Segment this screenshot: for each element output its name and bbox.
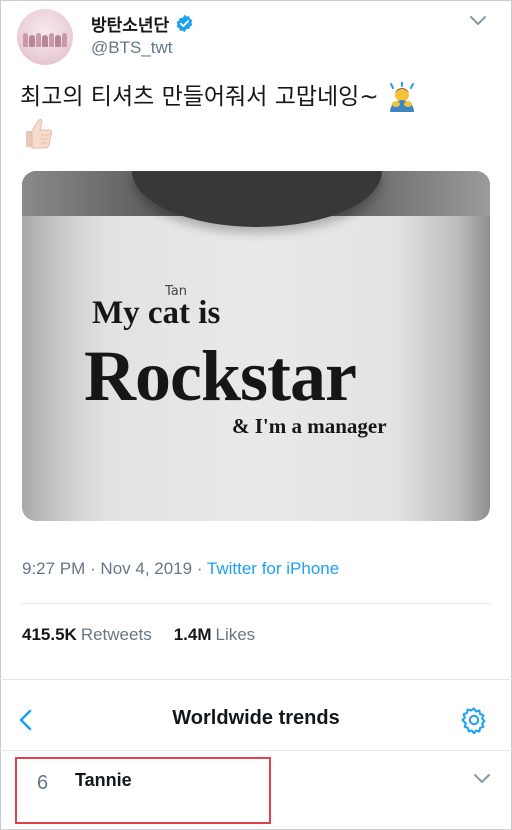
divider xyxy=(22,603,490,604)
chevron-down-icon[interactable] xyxy=(468,14,488,28)
shirt-line-1: My cat is xyxy=(92,295,221,331)
tweet-stats: 415.5K Retweets 1.4M Likes xyxy=(22,625,255,645)
tweet-body: 최고의 티셔츠 만들어줘서 고맙네잉~ xyxy=(20,84,379,110)
man-bowing-emoji xyxy=(389,81,414,112)
shirt-handwritten-note: Tan xyxy=(165,284,187,299)
tweet-text: 최고의 티셔츠 만들어줘서 고맙네잉~ xyxy=(20,80,490,151)
likes-stat[interactable]: 1.4M Likes xyxy=(174,625,255,645)
retweets-label: Retweets xyxy=(80,625,152,644)
trends-title: Worldwide trends xyxy=(172,707,340,729)
chevron-down-icon[interactable] xyxy=(472,772,492,786)
timestamp: 9:27 PM · Nov 4, 2019 · xyxy=(22,559,207,578)
section-divider xyxy=(0,679,512,680)
gear-icon[interactable] xyxy=(460,706,488,734)
tweet-meta: 9:27 PM · Nov 4, 2019 · Twitter for iPho… xyxy=(22,559,339,579)
shirt-line-3: & I'm a manager xyxy=(232,414,387,438)
tweet-image[interactable]: My cat is Tan Rockstar & I'm a manager xyxy=(22,171,490,521)
thumbs-up-emoji xyxy=(26,118,53,149)
retweets-stat[interactable]: 415.5K Retweets xyxy=(22,625,152,645)
group-photo xyxy=(23,33,67,47)
trends-divider xyxy=(0,750,512,751)
display-name[interactable]: 방탄소년단 xyxy=(91,11,169,36)
retweets-count: 415.5K xyxy=(22,625,77,644)
highlight-box xyxy=(15,757,271,824)
likes-label: Likes xyxy=(215,625,256,644)
source-link[interactable]: Twitter for iPhone xyxy=(207,559,339,578)
avatar[interactable] xyxy=(17,9,73,65)
author-name-row[interactable]: 방탄소년단 xyxy=(91,11,194,36)
shirt-line-2: Rockstar xyxy=(84,336,357,416)
shirt-print: My cat is Tan Rockstar & I'm a manager xyxy=(22,171,490,521)
likes-count: 1.4M xyxy=(173,625,212,644)
verified-badge-icon xyxy=(176,14,193,33)
user-handle[interactable]: @BTS_twt xyxy=(91,38,173,58)
